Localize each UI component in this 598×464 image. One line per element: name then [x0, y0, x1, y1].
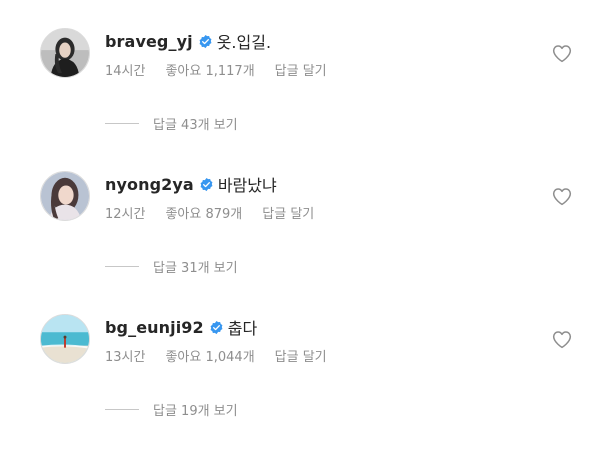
divider-line	[105, 409, 139, 410]
comment-meta: 14시간 좋아요 1,117개 답글 달기	[105, 60, 327, 79]
comment-header: nyong2ya 바람났냐	[105, 173, 277, 196]
comment-likes[interactable]: 좋아요 1,117개	[165, 60, 254, 79]
comment-time: 13시간	[105, 350, 146, 365]
like-heart-icon[interactable]	[552, 330, 572, 349]
avatar-image	[41, 315, 89, 363]
view-replies-button[interactable]: 답글 19개 보기	[105, 400, 238, 419]
comment-header: bg_eunji92 춥다	[105, 316, 258, 339]
verified-badge-icon	[198, 34, 213, 49]
comment-item: braveg_yj 옷.입길. 14시간 좋아요 1,117개 답글 달기 답글…	[0, 0, 598, 143]
username[interactable]: nyong2ya	[105, 175, 194, 194]
view-replies-label: 답글 19개 보기	[153, 404, 238, 419]
comment-item: nyong2ya 바람났냐 12시간 좋아요 879개 답글 달기 답글 31개…	[0, 143, 598, 286]
avatar-image	[41, 29, 89, 77]
avatar[interactable]	[40, 314, 90, 364]
username[interactable]: braveg_yj	[105, 32, 193, 51]
like-heart-icon[interactable]	[552, 187, 572, 206]
divider-line	[105, 123, 139, 124]
reply-button[interactable]: 답글 달기	[275, 346, 327, 365]
like-heart-icon[interactable]	[552, 44, 572, 63]
view-replies-button[interactable]: 답글 43개 보기	[105, 114, 238, 133]
comment-item: bg_eunji92 춥다 13시간 좋아요 1,044개 답글 달기 답글 1…	[0, 286, 598, 429]
reply-button[interactable]: 답글 달기	[275, 60, 327, 79]
view-replies-button[interactable]: 답글 31개 보기	[105, 257, 238, 276]
view-replies-label: 답글 43개 보기	[153, 118, 238, 133]
verified-badge-icon	[199, 177, 214, 192]
comment-meta: 13시간 좋아요 1,044개 답글 달기	[105, 346, 327, 365]
comment-text: 옷.입길.	[216, 33, 272, 52]
divider-line	[105, 266, 139, 267]
avatar[interactable]	[40, 28, 90, 78]
comment-text: 춥다	[227, 319, 258, 338]
comment-likes[interactable]: 좋아요 1,044개	[165, 346, 254, 365]
comment-meta: 12시간 좋아요 879개 답글 달기	[105, 203, 314, 222]
view-replies-label: 답글 31개 보기	[153, 261, 238, 276]
comment-header: braveg_yj 옷.입길.	[105, 30, 272, 53]
verified-badge-icon	[209, 320, 224, 335]
comment-likes[interactable]: 좋아요 879개	[165, 203, 242, 222]
avatar[interactable]	[40, 171, 90, 221]
comment-time: 12시간	[105, 207, 146, 222]
comment-text: 바람났냐	[217, 176, 277, 195]
comment-time: 14시간	[105, 64, 146, 79]
avatar-image	[41, 172, 89, 220]
reply-button[interactable]: 답글 달기	[262, 203, 314, 222]
username[interactable]: bg_eunji92	[105, 318, 204, 337]
